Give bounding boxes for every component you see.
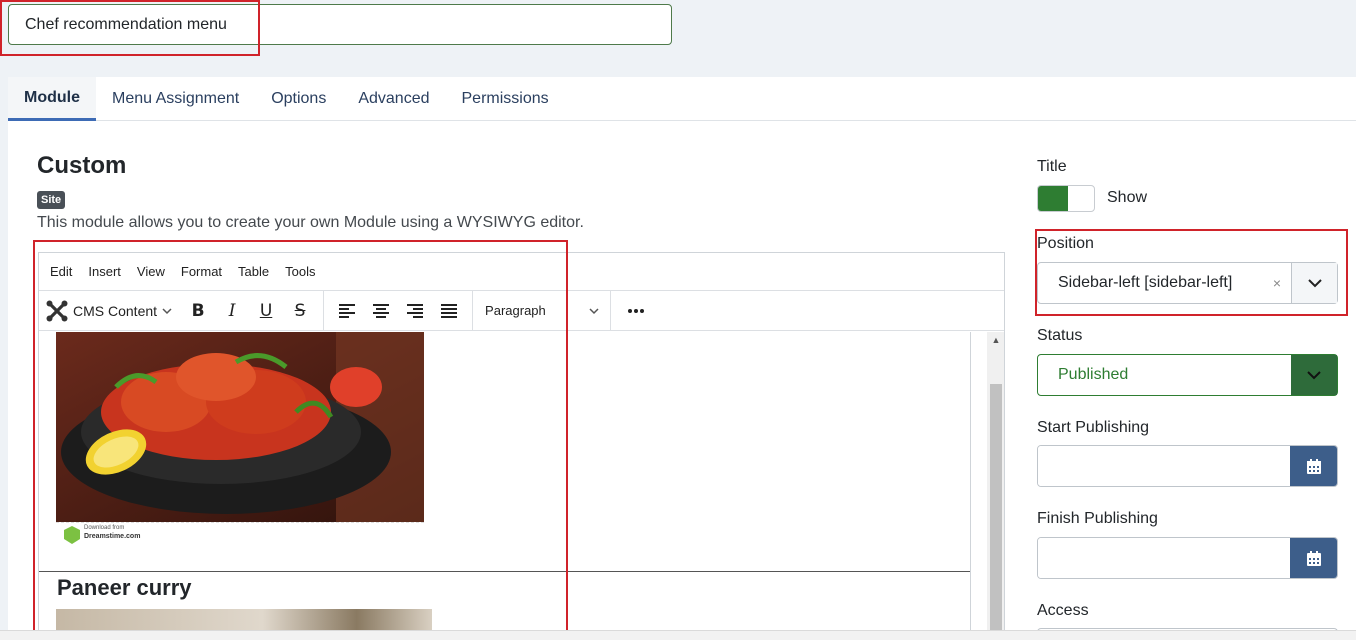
dreamstime-logo-icon — [64, 526, 80, 544]
menu-table[interactable]: Table — [230, 264, 277, 279]
access-label: Access — [1037, 602, 1089, 619]
image-credit-text: Download from — [84, 525, 125, 531]
tandoori-dish-image — [56, 332, 424, 522]
finish-publishing-calendar-button[interactable] — [1290, 538, 1337, 578]
menu-view[interactable]: View — [129, 264, 173, 279]
chevron-down-icon — [1307, 371, 1321, 380]
cms-content-button[interactable]: CMS Content — [45, 299, 181, 323]
menu-edit[interactable]: Edit — [42, 264, 80, 279]
joomla-icon — [46, 300, 68, 321]
scroll-thumb[interactable] — [990, 384, 1002, 639]
scroll-up-arrow-icon[interactable]: ▲ — [987, 332, 1004, 348]
menu-insert[interactable]: Insert — [80, 264, 129, 279]
title-show-toggle[interactable] — [1037, 185, 1095, 212]
editor-content-area[interactable]: Download from Dreamstime.com Paneer curr… — [39, 332, 971, 639]
start-publishing-input[interactable] — [1038, 446, 1291, 486]
block-format-select[interactable]: Paragraph — [473, 291, 612, 330]
image-watermark-footer: Download from Dreamstime.com — [56, 522, 424, 546]
module-edit-card: Module Menu Assignment Options Advanced … — [8, 77, 1356, 640]
module-tabs: Module Menu Assignment Options Advanced … — [8, 77, 1356, 121]
position-label: Position — [1037, 235, 1094, 252]
image-credit-site: Dreamstime.com — [84, 533, 141, 540]
content-separator — [39, 571, 970, 572]
strikethrough-icon: S — [294, 300, 306, 321]
calendar-icon — [1306, 458, 1321, 474]
status-value: Published — [1058, 366, 1129, 383]
menu-format[interactable]: Format — [173, 264, 230, 279]
italic-icon: I — [228, 300, 236, 321]
chevron-down-icon — [1307, 279, 1322, 288]
align-right-icon — [407, 303, 424, 318]
align-left-button[interactable] — [330, 296, 364, 326]
align-center-button[interactable] — [364, 296, 398, 326]
ellipsis-icon — [628, 308, 645, 313]
bold-icon: B — [191, 300, 205, 321]
menu-tools[interactable]: Tools — [277, 264, 323, 279]
tab-module[interactable]: Module — [8, 77, 96, 121]
align-right-button[interactable] — [398, 296, 432, 326]
editor-toolbar: CMS Content B I U S Paragraph — [39, 291, 1004, 331]
editor-menubar: Edit Insert View Format Table Tools — [39, 253, 1004, 291]
italic-button[interactable]: I — [215, 296, 249, 326]
module-description: This module allows you to create your ow… — [37, 214, 584, 231]
finish-publishing-label: Finish Publishing — [1037, 510, 1158, 527]
wysiwyg-editor: Edit Insert View Format Table Tools CMS … — [38, 252, 1005, 640]
title-label: Title — [1037, 158, 1067, 175]
status-select[interactable]: Published — [1037, 354, 1338, 396]
cms-content-label: CMS Content — [73, 302, 158, 319]
clear-icon[interactable]: × — [1263, 275, 1291, 291]
tab-menu-assignment[interactable]: Menu Assignment — [96, 77, 255, 121]
chevron-down-icon — [162, 307, 172, 314]
editor-scrollbar[interactable]: ▲ — [987, 332, 1004, 639]
tab-permissions[interactable]: Permissions — [446, 77, 565, 121]
start-publishing-calendar-button[interactable] — [1290, 446, 1337, 486]
status-dropdown-button[interactable] — [1291, 355, 1337, 395]
position-value: Sidebar-left [sidebar-left] — [1058, 274, 1233, 291]
module-title-field[interactable] — [8, 4, 672, 45]
toolbar-group-align — [324, 291, 474, 330]
strikethrough-button[interactable]: S — [283, 296, 317, 326]
start-publishing-field — [1037, 445, 1338, 487]
underline-icon: U — [259, 300, 273, 321]
align-center-icon — [373, 303, 390, 318]
tab-advanced[interactable]: Advanced — [342, 77, 445, 121]
toggle-on-indicator — [1038, 186, 1068, 211]
toolbar-group-content: CMS Content B I U S — [39, 291, 325, 330]
calendar-icon — [1306, 550, 1321, 566]
page-horizontal-scrollbar[interactable] — [0, 630, 1356, 640]
tab-options[interactable]: Options — [255, 77, 342, 121]
finish-publishing-field — [1037, 537, 1338, 579]
module-type-title: Custom — [37, 152, 127, 179]
position-select[interactable]: Sidebar-left [sidebar-left] × — [1037, 262, 1338, 304]
more-tools-button[interactable] — [619, 296, 653, 326]
align-justify-icon — [441, 303, 458, 318]
align-justify-button[interactable] — [432, 296, 466, 326]
finish-publishing-input[interactable] — [1038, 538, 1291, 578]
align-left-icon — [339, 303, 356, 318]
site-badge: Site — [37, 191, 66, 209]
start-publishing-label: Start Publishing — [1037, 419, 1150, 436]
dish-heading: Paneer curry — [57, 575, 192, 600]
title-toggle-label: Show — [1107, 189, 1148, 206]
block-format-value: Paragraph — [485, 303, 546, 318]
status-label: Status — [1037, 327, 1083, 344]
bold-button[interactable]: B — [181, 296, 215, 326]
underline-button[interactable]: U — [249, 296, 283, 326]
module-title-input[interactable] — [9, 5, 671, 44]
chevron-down-icon — [589, 307, 599, 314]
position-dropdown-button[interactable] — [1291, 263, 1337, 303]
